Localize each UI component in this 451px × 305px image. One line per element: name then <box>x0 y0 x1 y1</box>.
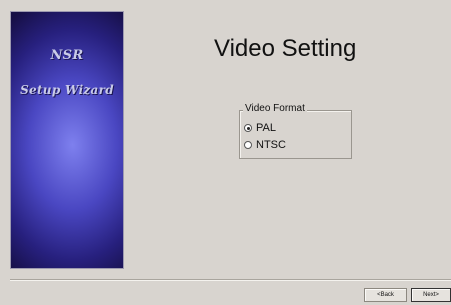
wizard-banner: NSR Setup Wizard <box>11 12 123 268</box>
back-button[interactable]: <Back <box>364 288 407 302</box>
radio-button-pal[interactable] <box>244 124 252 132</box>
radio-button-ntsc[interactable] <box>244 141 252 149</box>
banner-title-setup-wizard: Setup Wizard <box>20 83 114 97</box>
radio-option-pal[interactable]: PAL <box>244 122 276 134</box>
page-title: Video Setting <box>214 35 357 62</box>
next-button[interactable]: Next> <box>411 288 451 302</box>
banner-title-nsr: NSR <box>50 48 84 63</box>
radio-label-pal: PAL <box>256 122 276 134</box>
radio-label-ntsc: NTSC <box>256 139 286 151</box>
video-format-groupbox <box>239 110 352 159</box>
video-format-legend: Video Format <box>243 103 307 114</box>
radio-option-ntsc[interactable]: NTSC <box>244 139 286 151</box>
footer-separator <box>10 279 451 281</box>
